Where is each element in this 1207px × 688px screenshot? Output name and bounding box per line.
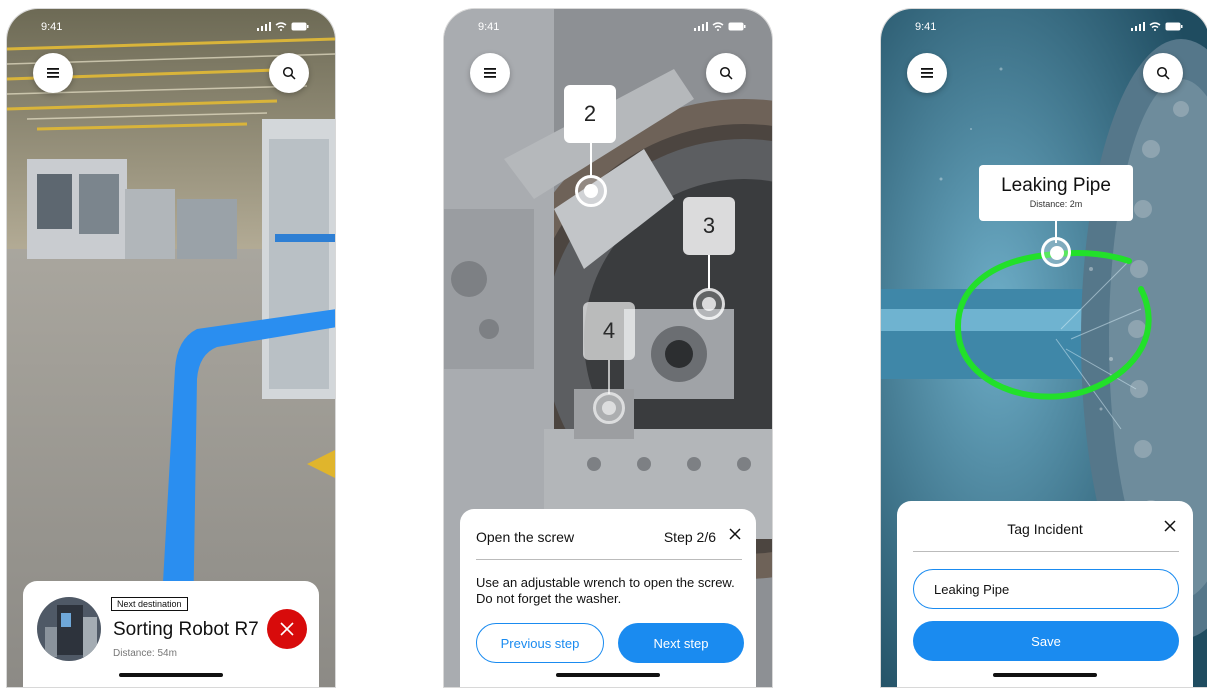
search-icon bbox=[282, 66, 296, 80]
signal-icon bbox=[257, 22, 271, 31]
wifi-icon bbox=[1149, 22, 1161, 31]
step-title: Open the screw bbox=[476, 529, 575, 545]
menu-icon bbox=[921, 68, 933, 78]
status-bar: 9:41 bbox=[7, 19, 335, 37]
menu-button[interactable] bbox=[907, 53, 947, 93]
step-marker-leader-2 bbox=[590, 143, 592, 177]
home-indicator bbox=[993, 673, 1097, 677]
close-icon bbox=[280, 622, 294, 636]
step-description: Use an adjustable wrench to open the scr… bbox=[476, 575, 735, 606]
step-marker-point-2[interactable] bbox=[575, 175, 607, 207]
battery-icon bbox=[291, 22, 309, 31]
home-indicator bbox=[556, 673, 660, 677]
wifi-icon bbox=[712, 22, 724, 31]
search-button[interactable] bbox=[706, 53, 746, 93]
step-marker-point-4[interactable] bbox=[593, 392, 625, 424]
tag-incident-sheet: Tag Incident Leaking Pipe Save bbox=[897, 501, 1193, 687]
step-counter: Step 2/6 bbox=[663, 529, 716, 545]
step-marker-leader-4 bbox=[608, 360, 610, 394]
battery-icon bbox=[1165, 22, 1183, 31]
status-time: 9:41 bbox=[478, 21, 500, 33]
step-marker-label-2[interactable]: 2 bbox=[564, 85, 616, 143]
menu-button[interactable] bbox=[470, 53, 510, 93]
menu-icon bbox=[484, 68, 496, 78]
robot-thumbnail bbox=[37, 597, 101, 661]
status-bar: 9:41 bbox=[444, 19, 772, 37]
step-marker-leader-3 bbox=[708, 255, 710, 289]
destination-name: Sorting Robot R7 bbox=[113, 619, 259, 640]
ar-incident-point[interactable] bbox=[1041, 237, 1071, 267]
step-marker-point-3[interactable] bbox=[693, 288, 725, 320]
next-step-button[interactable]: Next step bbox=[618, 623, 744, 663]
step-instruction-card: Open the screw Step 2/6 Use an adjustabl… bbox=[460, 509, 756, 687]
battery-icon bbox=[728, 22, 746, 31]
close-icon bbox=[1164, 520, 1176, 532]
destination-avatar bbox=[37, 597, 101, 661]
wifi-icon bbox=[275, 22, 287, 31]
previous-step-button[interactable]: Previous step bbox=[476, 623, 604, 663]
step-marker-label-4[interactable]: 4 bbox=[583, 302, 635, 360]
close-sheet-button[interactable] bbox=[1161, 517, 1179, 535]
status-time: 9:41 bbox=[915, 21, 937, 33]
end-navigation-button[interactable] bbox=[267, 609, 307, 649]
ar-incident-label[interactable]: Leaking Pipe Distance: 2m bbox=[979, 165, 1133, 221]
menu-button[interactable] bbox=[33, 53, 73, 93]
menu-icon bbox=[47, 68, 59, 78]
status-time: 9:41 bbox=[41, 21, 63, 33]
destination-card: Next destination Sorting Robot R7 Distan… bbox=[23, 581, 319, 687]
divider bbox=[476, 559, 742, 560]
ar-label-title: Leaking Pipe bbox=[1001, 175, 1111, 196]
home-indicator bbox=[119, 673, 223, 677]
close-step-button[interactable] bbox=[726, 525, 744, 543]
search-icon bbox=[1156, 66, 1170, 80]
signal-icon bbox=[694, 22, 708, 31]
search-icon bbox=[719, 66, 733, 80]
divider bbox=[913, 551, 1179, 552]
step-marker-label-3[interactable]: 3 bbox=[683, 197, 735, 255]
destination-distance: Distance: 54m bbox=[113, 648, 177, 659]
status-bar: 9:41 bbox=[881, 19, 1207, 37]
phone-incident: 9:41 Leaking Pipe Distance: 2m Tag Incid… bbox=[880, 8, 1207, 688]
close-icon bbox=[729, 528, 741, 540]
search-button[interactable] bbox=[269, 53, 309, 93]
phone-repair: 9:41 2 3 4 Open the screw Step 2/6 Use a… bbox=[443, 8, 773, 688]
search-button[interactable] bbox=[1143, 53, 1183, 93]
phone-navigation: 9:41 Next destination Sorting Robot R7 D… bbox=[6, 8, 336, 688]
sheet-title: Tag Incident bbox=[1007, 521, 1083, 537]
save-button[interactable]: Save bbox=[913, 621, 1179, 661]
ar-label-distance: Distance: 2m bbox=[1029, 199, 1083, 209]
next-destination-tag: Next destination bbox=[111, 597, 188, 611]
incident-name-input[interactable]: Leaking Pipe bbox=[913, 569, 1179, 609]
signal-icon bbox=[1131, 22, 1145, 31]
